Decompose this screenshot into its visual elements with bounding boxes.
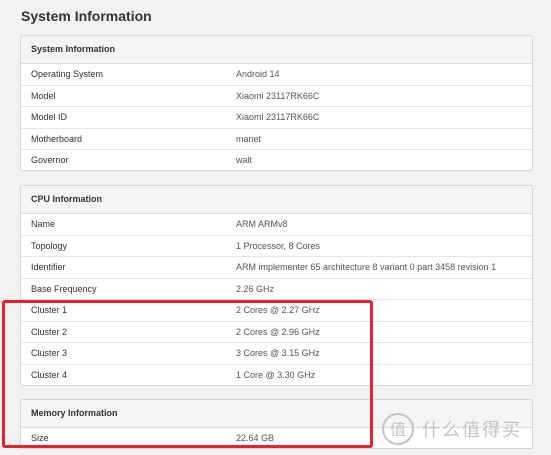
row-value: 1 Processor, 8 Cores [236, 240, 321, 251]
row-key: Model ID [31, 112, 68, 122]
table-row: Operating System Android 14 [21, 64, 532, 86]
table-row: Topology 1 Processor, 8 Cores [21, 236, 532, 257]
table-row: Model ID Xiaomi 23117RK66C [21, 107, 532, 129]
watermark-logo-glyph: 值 [390, 420, 406, 439]
table-row: Identifier ARM implementer 65 architectu… [21, 257, 532, 279]
watermark-text: 什么值得买 [422, 420, 522, 441]
row-key: Operating System [31, 69, 104, 79]
row-key: Motherboard [31, 133, 83, 144]
system-info-rows: Operating System Android 14 Model Xiaomi… [21, 64, 532, 170]
row-value: ARM ARMv8 [236, 219, 288, 229]
row-value: ARM implementer 65 architecture 8 varian… [236, 262, 497, 272]
row-key: Name [31, 219, 56, 229]
row-value: Xiaomi 23117RK66C [236, 90, 320, 101]
system-information-panel: System Information Operating System Andr… [20, 35, 533, 171]
panel-header: CPU Information [21, 186, 532, 214]
row-key: Model [31, 90, 56, 101]
panel-header: System Information [21, 36, 532, 64]
page-title: System Information [21, 8, 152, 24]
highlight-annotation-box [2, 300, 373, 448]
watermark-logo-icon: 值 [382, 413, 414, 445]
row-value: walt [236, 155, 253, 165]
row-key: Base Frequency [31, 283, 97, 294]
row-value: Xiaomi 23117RK66C [236, 112, 320, 122]
row-value: manet [236, 133, 262, 144]
table-row: Motherboard manet [21, 129, 532, 150]
watermark: 值 什么值得买 [380, 410, 550, 448]
row-value: Android 14 [236, 69, 280, 79]
table-row: Base Frequency 2.26 GHz [21, 279, 532, 300]
row-key: Topology [31, 240, 68, 251]
table-row: Governor walt [21, 150, 532, 170]
row-key: Governor [31, 155, 69, 165]
row-key: Identifier [31, 262, 66, 272]
table-row: Name ARM ARMv8 [21, 214, 532, 236]
table-row: Model Xiaomi 23117RK66C [21, 86, 532, 107]
row-value: 2.26 GHz [236, 283, 275, 294]
